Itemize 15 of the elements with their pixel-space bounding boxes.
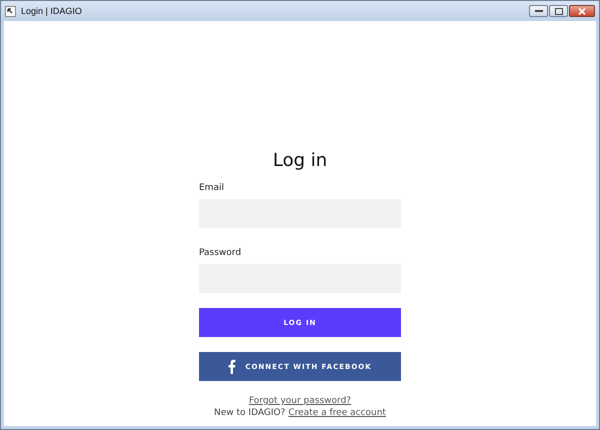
cursor-icon (5, 6, 16, 16)
forgot-password-link[interactable]: Forgot your password? (199, 395, 401, 407)
facebook-icon (228, 359, 236, 374)
minimize-icon (534, 9, 542, 13)
close-button[interactable] (569, 5, 595, 17)
close-icon (578, 8, 586, 14)
page-title: Log in (272, 149, 328, 173)
field-label: Password (199, 247, 242, 259)
maximize-button[interactable] (549, 5, 568, 17)
field-label: Email (199, 182, 225, 194)
signup-prompt: New to IDAGIO? (214, 407, 286, 419)
minimize-button[interactable] (529, 5, 548, 17)
window-title: Login | IDAGIO (21, 6, 82, 16)
maximize-icon (554, 8, 562, 14)
create-account-link[interactable]: Create a free account (288, 407, 386, 419)
